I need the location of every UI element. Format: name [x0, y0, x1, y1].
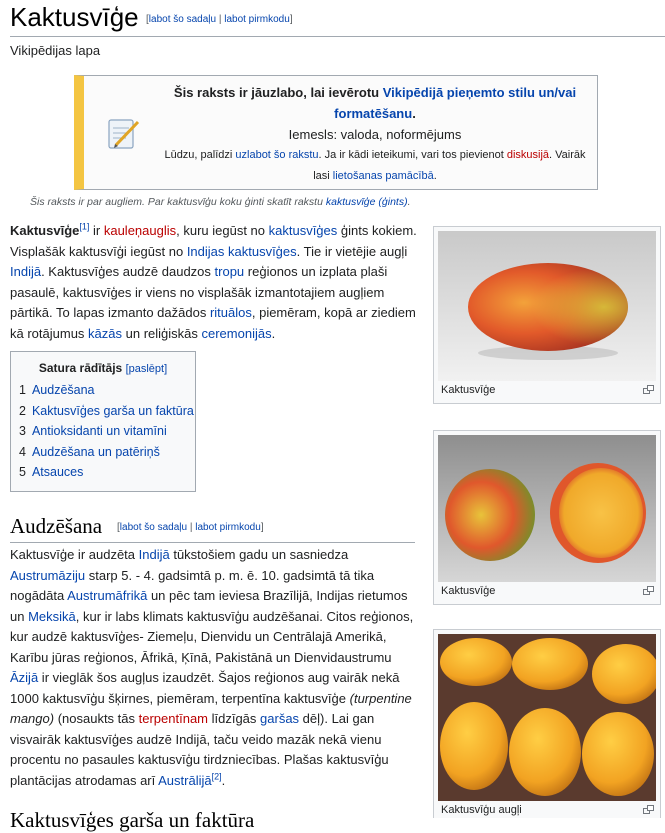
intro-text: .: [271, 325, 276, 341]
section-heading: Audzēšana: [10, 514, 103, 538]
thumbnail-caption: Kaktusvīģe: [441, 585, 496, 597]
hatnote-end: .: [407, 196, 411, 208]
thumbnail-caption: Kaktusvīģu augļi: [441, 804, 522, 816]
toc-item[interactable]: 4 Audzēšana un patēriņš: [19, 445, 160, 459]
body-text: (nosaukts tās: [54, 711, 139, 726]
style-notice-box: Šis raksts ir jāuzlabo, lai ievērotu Vik…: [74, 75, 598, 190]
taste-link[interactable]: garšas: [260, 711, 299, 726]
intro-text: un reliģiskās: [122, 325, 202, 341]
edit-separator: |: [216, 14, 225, 25]
toc-link[interactable]: Antioksidanti un vitamīni: [32, 424, 167, 438]
bracket-close: ]: [260, 522, 264, 533]
notice-fine-print: Lūdzu, palīdzi uzlabot šo rakstu. Ja ir …: [160, 145, 590, 187]
sliced-mango-image[interactable]: [438, 435, 656, 582]
notice-text: Šis raksts ir jāuzlabo, lai ievērotu: [173, 85, 383, 100]
manual-link[interactable]: lietošanas pamācībā: [333, 170, 434, 182]
tropics-link[interactable]: tropu: [215, 264, 245, 279]
intro-bold-term: Kaktusvīģe: [10, 223, 80, 238]
thumbnail-2: Kaktusvīģe: [433, 430, 661, 605]
intro-text: . Tie ir vietējie augļi: [296, 243, 408, 259]
table-of-contents: Satura rādītājs [paslēpt] 1 Audzēšana 2 Ka…: [10, 351, 196, 492]
toc-title: Satura rādītājs: [38, 361, 123, 375]
genus-link[interactable]: kaktusvīģes: [269, 223, 338, 238]
section-heading-row: Audzēšana [labot šo sadaļu | labot pirmk…: [10, 512, 415, 543]
toc-item[interactable]: 2 Kaktusvīģes garša un faktūra: [19, 404, 194, 418]
edit-separator: |: [187, 522, 196, 533]
fine-text-4: .: [433, 170, 437, 182]
discussion-link[interactable]: diskusijā: [507, 149, 549, 161]
edit-source-link[interactable]: labot pirmkodu: [195, 522, 261, 533]
enlarge-icon[interactable]: [643, 385, 654, 394]
toc-number: 2: [19, 403, 26, 418]
notice-line-1: Šis raksts ir jāuzlabo, lai ievērotu Vik…: [160, 82, 590, 124]
body-text: ir vieglāk šos augļus izaudzēt. Šajos re…: [10, 670, 400, 706]
toc-toggle[interactable]: [paslēpt]: [126, 363, 168, 375]
intro-text: , kuru iegūst no: [176, 223, 269, 238]
mexico-link[interactable]: Meksikā: [28, 609, 76, 624]
toc-number: 4: [19, 444, 26, 459]
mango-fruits-image[interactable]: [438, 634, 656, 801]
body-text: tūkstošiem gadu un sasniedza: [169, 547, 349, 562]
toc-item[interactable]: 3 Antioksidanti un vitamīni: [19, 424, 167, 438]
section-edit-links: [labot šo sadaļu | labot pirmkodu]: [117, 522, 264, 533]
toc-item[interactable]: 5 Atsauces: [19, 465, 83, 479]
edit-section-link[interactable]: labot šo sadaļu: [149, 14, 216, 25]
toc-link[interactable]: Kaktusvīģes garša un faktūra: [32, 404, 194, 418]
notice-body: Šis raksts ir jāuzlabo, lai ievērotu Vik…: [160, 82, 590, 187]
hatnote-link[interactable]: kaktusvīģe (ģints): [326, 196, 408, 208]
thumbnail-caption: Kaktusvīģe: [441, 384, 496, 396]
edit-source-link[interactable]: labot pirmkodu: [224, 14, 290, 25]
fine-text-2: . Ja ir kādi ieteikumi, vari tos pievien…: [318, 149, 507, 161]
improve-article-link[interactable]: uzlabot šo rakstu: [235, 149, 318, 161]
toc-number: 3: [19, 424, 26, 438]
intro-paragraph: Kaktusvīģe[1] ir kauleņauglis, kuru iegū…: [10, 221, 425, 344]
indian-mango-link[interactable]: Indijas kaktusvīģes: [187, 244, 297, 259]
body-text: Kaktusvīģe ir audzēta: [10, 547, 139, 562]
page-title: Kaktusvīģe: [10, 2, 139, 32]
notepad-pencil-icon: [108, 119, 140, 149]
hatnote-text: Šis raksts ir par augliem. Par kaktusvīģ…: [30, 196, 326, 208]
toc-number: 5: [19, 465, 26, 479]
notice-period: .: [412, 106, 416, 121]
hatnote: Šis raksts ir par augliem. Par kaktusvīģ…: [30, 196, 411, 208]
india-link[interactable]: Indijā: [10, 264, 41, 279]
toc-link[interactable]: Atsauces: [32, 465, 83, 479]
intro-text: ir: [89, 223, 104, 238]
enlarge-icon[interactable]: [643, 586, 654, 595]
body-text: līdzīgās: [208, 711, 261, 726]
body-text: .: [221, 772, 226, 788]
site-subtitle: Vikipēdijas lapa: [10, 43, 101, 58]
weddings-link[interactable]: kāzās: [88, 326, 122, 341]
reference-2[interactable]: [2]: [212, 771, 222, 781]
thumbnail-3: Kaktusvīģu augļi: [433, 629, 661, 818]
intro-text: . Kaktusvīģes audzē daudzos: [41, 264, 215, 279]
fine-text-1: Lūdzu, palīdzi: [164, 149, 236, 161]
bracket-close: ]: [289, 14, 293, 25]
toc-item[interactable]: 1 Audzēšana: [19, 383, 95, 397]
reference-1[interactable]: [1]: [79, 222, 89, 232]
india-link[interactable]: Indijā: [139, 547, 170, 562]
toc-link[interactable]: Audzēšana: [32, 383, 95, 397]
turpentine-link[interactable]: terpentīnam: [139, 711, 208, 726]
title-edit-links: [labot šo sadaļu | labot pirmkodu]: [146, 14, 293, 25]
next-section-heading: Kaktusvīģes garša un faktūra: [10, 808, 255, 832]
mango-image[interactable]: [438, 231, 656, 381]
edit-section-link[interactable]: labot šo sadaļu: [120, 522, 187, 533]
toc-link[interactable]: Audzēšana un patēriņš: [32, 445, 160, 459]
toc-header: Satura rādītājs [paslēpt]: [11, 361, 195, 375]
east-asia-link[interactable]: Austrumāziju: [10, 568, 85, 583]
title-row: Kaktusvīģe [labot šo sadaļu | labot pirm…: [10, 0, 665, 37]
cultivation-paragraph: Kaktusvīģe ir audzēta Indijā tūkstošiem …: [10, 545, 415, 791]
enlarge-icon[interactable]: [643, 805, 654, 814]
australia-link[interactable]: Austrālijā: [158, 773, 211, 788]
thumbnail-1: Kaktusvīģe: [433, 226, 661, 404]
rituals-link[interactable]: rituālos: [210, 305, 252, 320]
east-africa-link[interactable]: Austrumāfrikā: [67, 588, 147, 603]
toc-number: 1: [19, 383, 26, 397]
drupe-link[interactable]: kauleņauglis: [104, 223, 176, 238]
asia-link[interactable]: Āzijā: [10, 670, 38, 685]
notice-reason: Iemesls: valoda, noformējums: [288, 127, 462, 142]
ceremonies-link[interactable]: ceremonijās: [202, 326, 272, 341]
